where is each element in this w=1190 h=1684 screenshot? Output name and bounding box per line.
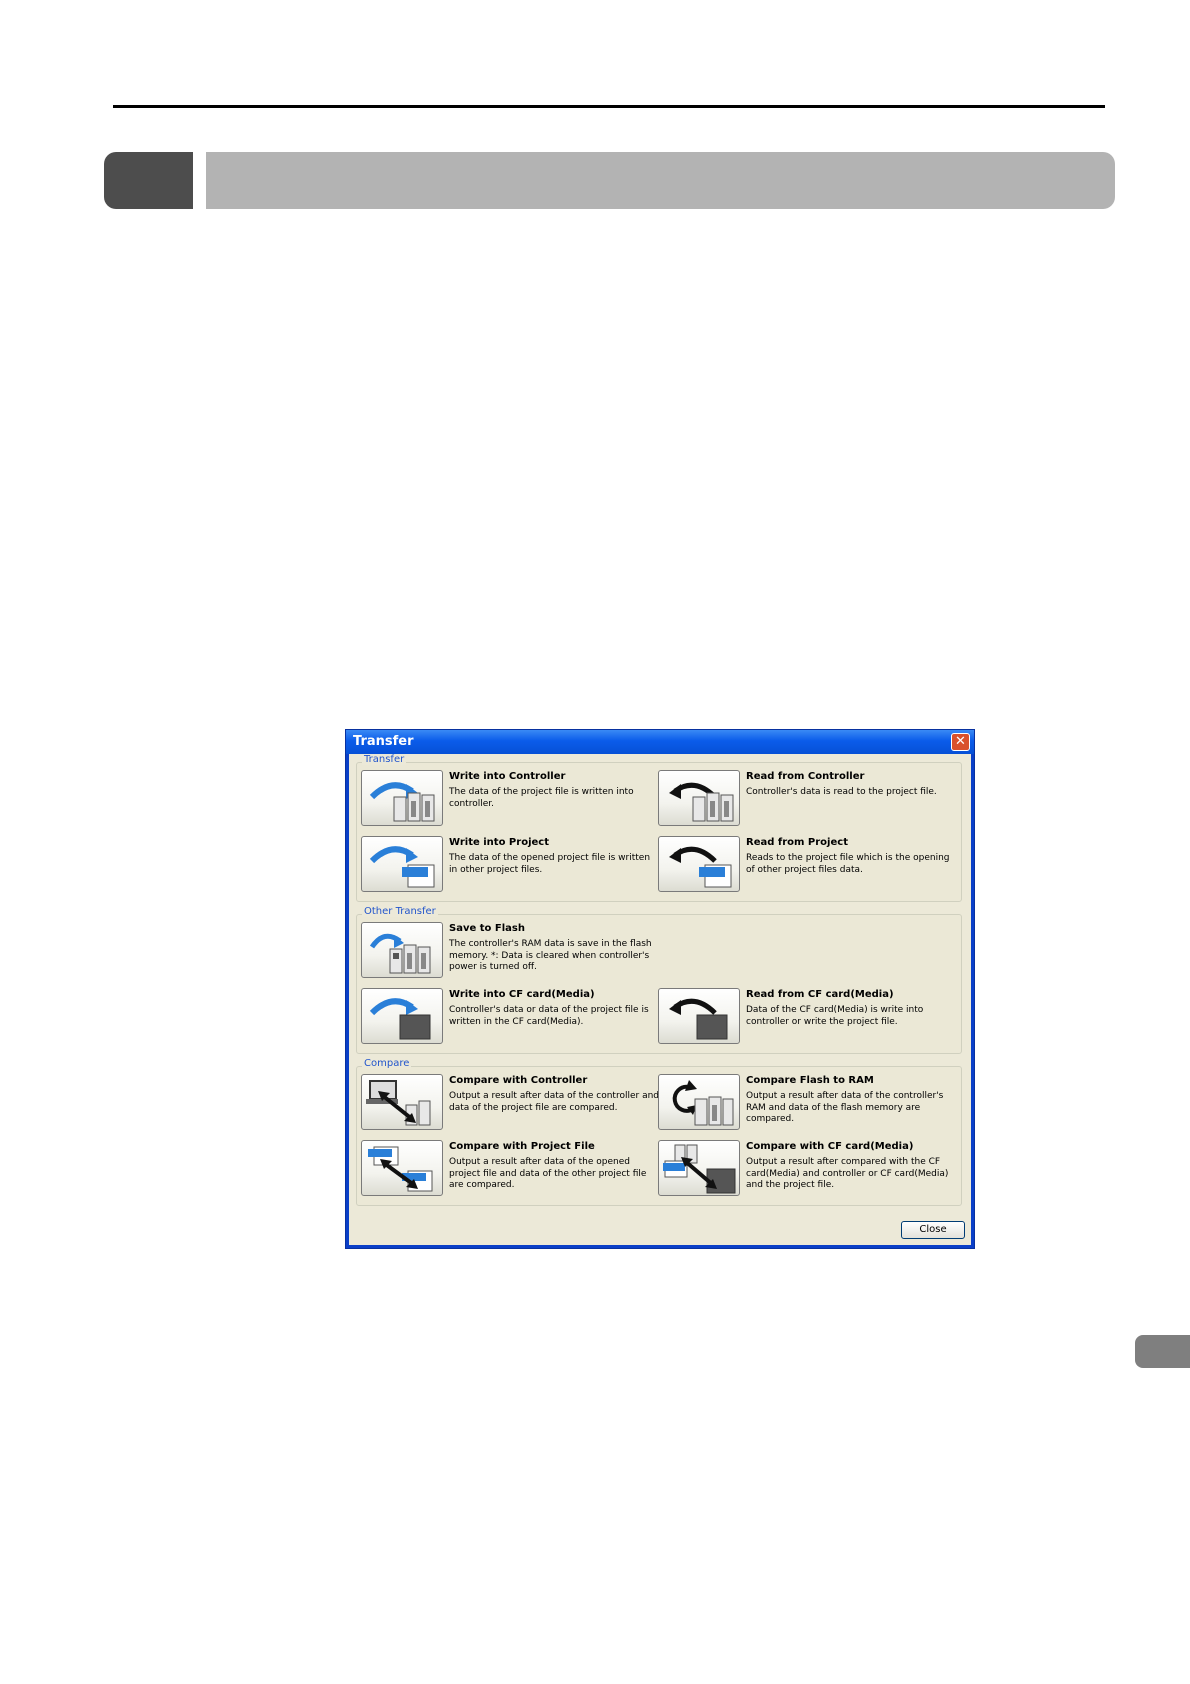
item-title: Compare with Project File	[449, 1141, 595, 1152]
write-to-controller-icon[interactable]	[361, 770, 443, 826]
item-title: Read from Project	[746, 837, 848, 848]
item-title: Write into Controller	[449, 771, 566, 782]
read-from-project-icon[interactable]	[658, 836, 740, 892]
group-transfer: Transfer Write into Controller The data …	[356, 754, 962, 902]
write-to-cf-card-icon[interactable]	[361, 988, 443, 1044]
group-other-transfer: Other Transfer Save to Flash The control…	[356, 906, 962, 1054]
item-title: Compare Flash to RAM	[746, 1075, 874, 1086]
item-compare-with-controller: Compare with Controller Output a result …	[361, 1074, 661, 1132]
item-save-to-flash: Save to Flash The controller's RAM data …	[361, 922, 661, 980]
compare-flash-ram-icon[interactable]	[658, 1074, 740, 1130]
item-description: Output a result after data of the contro…	[449, 1091, 660, 1113]
chapter-side-tab	[1135, 1335, 1190, 1368]
item-description: Output a result after compared with the …	[746, 1157, 949, 1190]
item-description: Data of the CF card(Media) is write into…	[746, 1005, 924, 1027]
group-label: Other Transfer	[362, 906, 438, 917]
item-description: Output a result after data of the opened…	[449, 1157, 647, 1190]
item-description: Output a result after data of the contro…	[746, 1091, 944, 1124]
item-title: Compare with CF card(Media)	[746, 1141, 914, 1152]
item-title: Save to Flash	[449, 923, 525, 934]
read-from-cf-card-icon[interactable]	[658, 988, 740, 1044]
item-title: Compare with Controller	[449, 1075, 588, 1086]
item-description: The data of the opened project file is w…	[449, 853, 651, 875]
dialog-client-area: Transfer Write into Controller The data …	[349, 754, 971, 1245]
group-compare: Compare Compare with Controller Output a…	[356, 1058, 962, 1206]
read-from-controller-icon[interactable]	[658, 770, 740, 826]
save-to-flash-icon[interactable]	[361, 922, 443, 978]
item-title: Write into Project	[449, 837, 549, 848]
item-read-from-project: Read from Project Reads to the project f…	[658, 836, 958, 894]
item-compare-with-cf-card: Compare with CF card(Media) Output a res…	[658, 1140, 958, 1198]
dialog-title: Transfer	[353, 734, 414, 749]
item-description: The data of the project file is written …	[449, 787, 634, 809]
section-number-block	[104, 152, 193, 209]
compare-cf-card-icon[interactable]	[658, 1140, 740, 1196]
item-description: Controller's data or data of the project…	[449, 1005, 649, 1027]
item-write-into-cf-card: Write into CF card(Media) Controller's d…	[361, 988, 661, 1046]
item-write-into-controller: Write into Controller The data of the pr…	[361, 770, 661, 828]
transfer-dialog: Transfer ✕ Transfer Write into Controlle…	[345, 729, 975, 1249]
header-rule	[113, 105, 1105, 108]
item-title: Read from Controller	[746, 771, 865, 782]
item-title: Write into CF card(Media)	[449, 989, 595, 1000]
group-label: Transfer	[362, 754, 407, 765]
item-compare-with-project-file: Compare with Project File Output a resul…	[361, 1140, 661, 1198]
section-title-bar	[206, 152, 1115, 209]
item-description: Reads to the project file which is the o…	[746, 853, 950, 875]
dialog-titlebar[interactable]: Transfer ✕	[346, 730, 974, 754]
item-description: The controller's RAM data is save in the…	[449, 939, 652, 972]
item-title: Read from CF card(Media)	[746, 989, 894, 1000]
item-compare-flash-to-ram: Compare Flash to RAM Output a result aft…	[658, 1074, 958, 1132]
item-read-from-controller: Read from Controller Controller's data i…	[658, 770, 958, 828]
item-write-into-project: Write into Project The data of the opene…	[361, 836, 661, 894]
close-icon[interactable]: ✕	[951, 733, 970, 751]
close-button[interactable]: Close	[901, 1221, 965, 1239]
item-read-from-cf-card: Read from CF card(Media) Data of the CF …	[658, 988, 958, 1046]
write-to-project-icon[interactable]	[361, 836, 443, 892]
compare-project-file-icon[interactable]	[361, 1140, 443, 1196]
group-label: Compare	[362, 1058, 412, 1069]
item-description: Controller's data is read to the project…	[746, 787, 937, 797]
compare-controller-icon[interactable]	[361, 1074, 443, 1130]
